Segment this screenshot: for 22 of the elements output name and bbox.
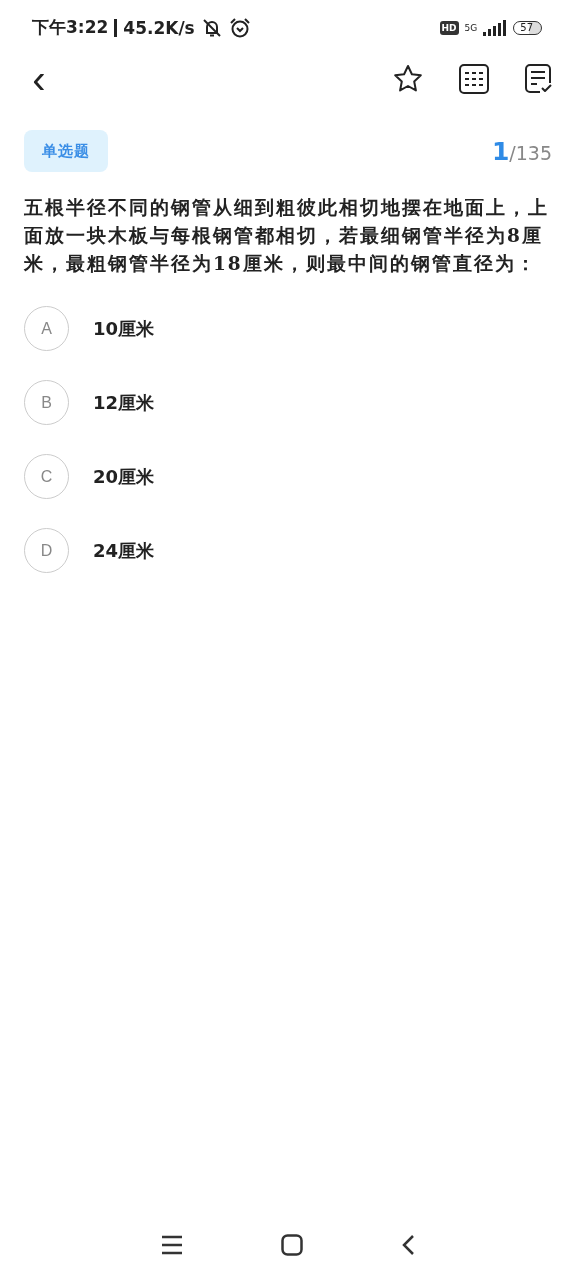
option-text[interactable]: 24厘米 [93, 538, 155, 563]
answer-sheet-button[interactable] [458, 63, 490, 95]
signal-icon [483, 19, 508, 36]
alarm-clock-icon [228, 16, 251, 39]
current-question-number: 1 [491, 136, 510, 166]
notes-button[interactable] [524, 63, 554, 95]
option-text[interactable]: 12厘米 [93, 390, 155, 415]
question-type-tag: 单选题 [24, 130, 108, 172]
option-text[interactable]: 20厘米 [93, 464, 155, 489]
back-button[interactable]: ‹ [24, 57, 54, 101]
menu-icon[interactable] [161, 1235, 183, 1255]
clock-time: 下午3:22 [32, 16, 109, 39]
battery-level: 57 [513, 20, 542, 35]
home-icon[interactable] [281, 1234, 303, 1256]
back-icon[interactable] [401, 1234, 415, 1256]
question-text: 五根半径不同的钢管从细到粗彼此相切地摆在地面上，上面放一块木板与每根钢管都相切，若最细钢管半径为8厘米，最粗钢管半径为18厘米，则最中间的钢管直径为： [24, 196, 550, 276]
total-questions: /135 [509, 141, 552, 164]
option-text[interactable]: 10厘米 [93, 316, 155, 341]
bell-muted-icon [200, 17, 223, 38]
hd-badge: HD [439, 20, 459, 35]
network-type: 5G [464, 22, 478, 33]
network-speed: 45.2K/s [123, 17, 195, 38]
